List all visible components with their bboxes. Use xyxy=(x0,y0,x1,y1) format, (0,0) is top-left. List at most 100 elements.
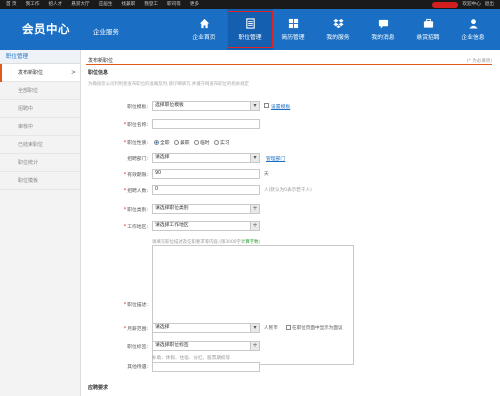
user-area: 欢迎中心 退出 xyxy=(432,0,494,9)
nav-resume-management[interactable]: 简历管理 xyxy=(270,9,316,50)
nav-label: 我的消息 xyxy=(371,35,395,41)
top-link-home[interactable]: 首 页 xyxy=(6,0,17,9)
field-label: *职位性质: xyxy=(123,141,148,146)
nav-label: 职位管理 xyxy=(238,35,262,41)
home-icon xyxy=(199,18,209,29)
template-select[interactable]: 选择职位模板 ▾ xyxy=(152,101,260,111)
top-link-talent[interactable]: 招人才 xyxy=(48,0,62,9)
top-links: 首 页 我工作 招人才 悬赏大厅 应届生 找兼职 我登工 职司等 更多 xyxy=(6,0,199,9)
nav-company-info[interactable]: 企业信息 xyxy=(450,9,496,50)
top-link-more[interactable]: 更多 xyxy=(190,0,199,9)
sidebar-item-recruiting[interactable]: 招聘中 xyxy=(0,100,80,118)
nav-my-messages[interactable]: 我的消息 xyxy=(360,9,406,50)
hire-count-input[interactable]: 0 xyxy=(152,185,260,195)
welfare-hint: 补助、休假、住宿、分红、股票期权等 xyxy=(152,356,231,361)
sidebar-item-label: 职位模板 xyxy=(18,178,39,184)
radio-temporary[interactable]: 临时 xyxy=(194,139,210,146)
row-job-nature: *职位性质: 全职 兼职 临时 实习 xyxy=(86,136,492,148)
salary-select[interactable]: 请选择 ▾ xyxy=(152,323,260,333)
title-divider xyxy=(86,64,492,65)
sidebar-item-ended[interactable]: 已结束职位 xyxy=(0,136,80,154)
nav-company-home[interactable]: 企业首页 xyxy=(181,9,227,50)
user-icon xyxy=(468,19,478,29)
top-link-mine[interactable]: 我登工 xyxy=(144,0,158,9)
header: 会员中心 企业服务 企业首页 职位管理 简历管理 我的服务 我的消息 悬赏招聘 … xyxy=(0,9,500,50)
job-tag-select[interactable]: 请选择职位标签 + xyxy=(152,341,260,351)
department-select[interactable]: 请选择 ▾ xyxy=(152,153,260,163)
top-link-graduate[interactable]: 应届生 xyxy=(99,0,113,9)
set-template-link[interactable]: 设置模板 xyxy=(271,103,290,110)
template-checkbox[interactable] xyxy=(264,103,269,108)
form-note: 为确保您公司利利使发布职位的准确及时,请仔细填写,并遵守网发布职位的相关规定 xyxy=(88,82,249,87)
chevron-down-icon: ▾ xyxy=(250,102,259,110)
grid-icon xyxy=(288,18,298,29)
row-valid-period: *有效期限: 90 天 xyxy=(86,168,492,180)
section-title: 职位信息 xyxy=(88,70,109,76)
plus-icon: + xyxy=(250,222,259,230)
job-name-input[interactable] xyxy=(152,119,260,129)
field-label: *职位类别: xyxy=(123,208,148,213)
nav-label: 简历管理 xyxy=(281,35,305,41)
row-welfare: 补助、休假、住宿、分红、股票期权等 其他待遇: xyxy=(86,356,492,372)
top-link-work[interactable]: 我工作 xyxy=(26,0,40,9)
nav-label: 企业信息 xyxy=(461,35,485,41)
field-label: *有效期限: xyxy=(123,173,148,178)
user-center-link[interactable]: 欢迎中心 xyxy=(462,0,480,9)
nav-label: 我的服务 xyxy=(326,35,350,41)
top-bar: 首 页 我工作 招人才 悬赏大厅 应届生 找兼职 我登工 职司等 更多 欢迎中心… xyxy=(0,0,500,9)
sidebar-title: 职位管理 xyxy=(0,50,80,64)
sidebar-item-post-job[interactable]: 发布新职位 > xyxy=(0,64,80,82)
row-department: 招聘部门: 请选择 ▾ 管理部门 xyxy=(86,152,492,164)
nav-label: 悬赏招聘 xyxy=(416,35,440,41)
sidebar-item-all-jobs[interactable]: 全部职位 xyxy=(0,82,80,100)
top-link-company[interactable]: 职司等 xyxy=(167,0,181,9)
field-label: *职位名称: xyxy=(123,123,148,128)
job-category-select[interactable]: 请选择职位类别 + xyxy=(152,204,260,214)
work-area-select[interactable]: 请选择工作地区 + xyxy=(152,221,260,231)
negotiable-option[interactable]: 在职位页面中显示为面议 xyxy=(286,325,343,331)
field-label: *月薪范围: xyxy=(123,327,148,332)
radio-intern[interactable]: 实习 xyxy=(214,139,230,146)
radio-fulltime[interactable]: 全职 xyxy=(154,139,170,146)
main-content: 发布新职位 (* 为必填项) 职位信息 为确保您公司利利使发布职位的准确及时,请… xyxy=(86,50,496,396)
row-hire-count: *招聘人数: 0 人(默认为0表示若干人) xyxy=(86,184,492,196)
valid-days-unit: 天 xyxy=(264,172,269,177)
sidebar-item-label: 职位统计 xyxy=(18,160,39,166)
nav-bounty-recruit[interactable]: 悬赏招聘 xyxy=(405,9,451,50)
username-badge xyxy=(432,1,459,8)
site-logo[interactable]: 会员中心 xyxy=(22,21,70,37)
negotiable-checkbox[interactable] xyxy=(286,325,291,330)
logout-link[interactable]: 退出 xyxy=(485,0,494,9)
field-label: *工作地区: xyxy=(123,225,148,230)
chevron-right-icon: > xyxy=(70,69,76,76)
sidebar-item-templates[interactable]: 职位模板 xyxy=(0,172,80,190)
manage-department-link[interactable]: 管理部门 xyxy=(266,155,285,162)
nav-job-management[interactable]: 职位管理 xyxy=(227,9,273,50)
sidebar-item-reviewing[interactable]: 审核中 xyxy=(0,118,80,136)
plus-icon: + xyxy=(250,342,259,350)
top-link-parttime[interactable]: 找兼职 xyxy=(121,0,135,9)
row-salary: *月薪范围: 请选择 ▾ 人民币 在职位页面中显示为面议 xyxy=(86,322,492,334)
plus-icon: + xyxy=(250,205,259,213)
field-label: *职位描述: xyxy=(123,303,148,308)
sidebar-item-label: 已结束职位 xyxy=(18,142,44,148)
currency-label: 人民币 xyxy=(264,326,278,331)
section-title-requirements: 应聘要求 xyxy=(88,385,109,391)
sidebar-item-stats[interactable]: 职位统计 xyxy=(0,154,80,172)
briefcase-icon xyxy=(423,18,433,28)
list-icon xyxy=(245,18,255,29)
field-label: *招聘人数: xyxy=(123,189,148,194)
nav-label: 企业首页 xyxy=(192,35,216,41)
chevron-down-icon: ▾ xyxy=(250,324,259,332)
sidebar-item-label: 全部职位 xyxy=(18,88,39,94)
sidebar-item-label: 招聘中 xyxy=(18,106,34,112)
valid-days-input[interactable]: 90 xyxy=(152,169,260,179)
row-template: 职位模板: 选择职位模板 ▾ 设置模板 xyxy=(86,100,492,112)
nav-my-services[interactable]: 我的服务 xyxy=(315,9,361,50)
page-title: 发布新职位 xyxy=(88,58,114,64)
radio-parttime[interactable]: 兼职 xyxy=(174,139,190,146)
welfare-input[interactable] xyxy=(152,362,260,372)
field-label: 其他待遇: xyxy=(127,365,148,370)
field-label: 职位标签: xyxy=(127,345,148,350)
top-link-bounty[interactable]: 悬赏大厅 xyxy=(71,0,89,9)
